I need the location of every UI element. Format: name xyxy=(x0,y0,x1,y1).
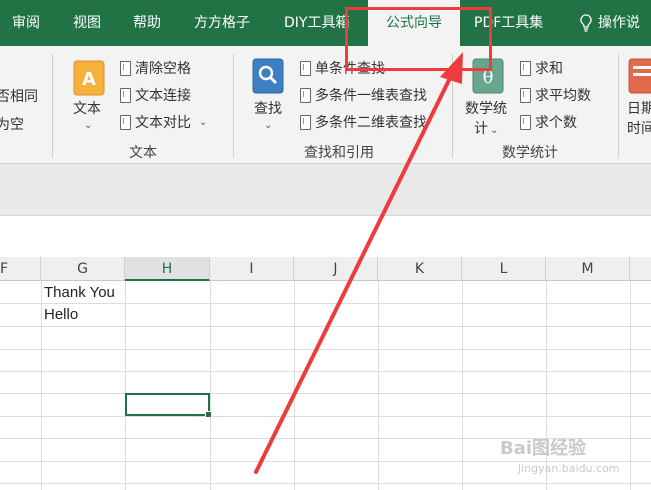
text-big-button[interactable]: 文本 xyxy=(73,98,101,118)
document-icon xyxy=(520,114,531,130)
document-icon xyxy=(120,87,131,103)
column-header-f[interactable]: F xyxy=(0,257,41,281)
date-partial-1[interactable]: 日期 xyxy=(627,98,651,118)
sum-label: 求和 xyxy=(535,61,563,77)
date-partial-2: 时间 xyxy=(627,121,651,137)
cell-g2[interactable]: Hello xyxy=(44,306,78,323)
lightbulb-icon xyxy=(580,14,592,32)
document-icon xyxy=(520,60,531,76)
ribbon-partial-item-2[interactable]: 为空 xyxy=(0,114,24,134)
column-header-i[interactable]: I xyxy=(210,257,294,281)
document-icon xyxy=(300,87,311,103)
sum-button[interactable]: 求和 xyxy=(520,58,563,78)
count-label: 求个数 xyxy=(535,115,577,131)
date-icon xyxy=(628,58,651,94)
text-compare-label: 文本对比 xyxy=(135,115,191,131)
column-header-m[interactable]: M xyxy=(546,257,630,281)
clear-spaces-button[interactable]: 清除空格 xyxy=(120,58,191,78)
ribbon-panel: 否相同 为空 A 文本 ⌄ 清除空格 文本连接 文本对比 ⌄ 文本 查找 ⌄ 单… xyxy=(0,46,651,164)
column-header-l[interactable]: L xyxy=(462,257,546,281)
find-big-button[interactable]: 查找 xyxy=(254,98,282,118)
find-icon xyxy=(252,58,284,94)
watermark-url: jingyan.baidu.com xyxy=(518,462,620,475)
math-stats-big-button[interactable]: 数学统 xyxy=(465,98,507,118)
sheet-spacer xyxy=(0,216,651,257)
math-stats-line2-label: 计 xyxy=(474,121,488,137)
clear-spaces-label: 清除空格 xyxy=(135,61,191,77)
multi-2d-lookup-button[interactable]: 多条件二维表查找 xyxy=(300,112,427,132)
active-cell-selection[interactable] xyxy=(125,393,212,418)
tab-review[interactable]: 审阅 xyxy=(12,0,40,46)
column-header-k[interactable]: K xyxy=(378,257,462,281)
text-join-button[interactable]: 文本连接 xyxy=(120,85,191,105)
watermark-logo: Bai图经验 xyxy=(500,438,587,459)
column-header-h[interactable]: H xyxy=(125,257,210,281)
document-icon xyxy=(120,60,131,76)
document-icon xyxy=(120,114,131,130)
column-header-g[interactable]: G xyxy=(41,257,125,281)
chevron-down-icon: ⌄ xyxy=(199,116,208,128)
group-separator xyxy=(618,54,619,158)
tab-fangfang[interactable]: 方方格子 xyxy=(194,0,250,46)
column-header-j[interactable]: J xyxy=(294,257,378,281)
tell-me-label: 操作说 xyxy=(598,15,640,31)
group-separator xyxy=(52,54,53,158)
stats-group-label: 数学统计 xyxy=(502,145,558,161)
tab-help[interactable]: 帮助 xyxy=(133,0,161,46)
column-header-row: F G H I J K L M xyxy=(0,257,651,281)
multi-1d-lookup-button[interactable]: 多条件一维表查找 xyxy=(300,85,427,105)
multi-1d-lookup-label: 多条件一维表查找 xyxy=(315,88,427,104)
document-icon xyxy=(520,87,531,103)
math-stats-big-button-line2: 计 ⌄ xyxy=(474,118,498,138)
tab-diy-toolbox[interactable]: DIY工具箱 xyxy=(284,0,349,46)
lookup-group-label: 查找和引用 xyxy=(304,145,374,161)
document-icon xyxy=(300,114,311,130)
text-join-label: 文本连接 xyxy=(135,88,191,104)
ribbon-tab-bar: 审阅 视图 帮助 方方格子 DIY工具箱 公式向导 PDF工具集 操作说 xyxy=(0,0,651,46)
text-group-label: 文本 xyxy=(129,145,157,161)
count-button[interactable]: 求个数 xyxy=(520,112,577,132)
tab-view[interactable]: 视图 xyxy=(73,0,101,46)
multi-2d-lookup-label: 多条件二维表查找 xyxy=(315,115,427,131)
cell-g1[interactable]: Thank You xyxy=(44,284,115,301)
document-icon xyxy=(300,60,311,76)
formula-bar-area xyxy=(0,164,651,216)
group-separator xyxy=(233,54,234,158)
ribbon-partial-item-1[interactable]: 否相同 xyxy=(0,86,38,106)
chevron-down-icon: ⌄ xyxy=(84,120,93,131)
annotation-highlight-box xyxy=(345,7,492,71)
chevron-down-icon: ⌄ xyxy=(264,120,273,131)
average-button[interactable]: 求平均数 xyxy=(520,85,591,105)
text-compare-button[interactable]: 文本对比 ⌄ xyxy=(120,112,207,132)
text-icon: A xyxy=(73,60,105,96)
chevron-down-icon: ⌄ xyxy=(490,125,499,136)
svg-text:A: A xyxy=(82,69,96,90)
average-label: 求平均数 xyxy=(535,88,591,104)
tell-me-search[interactable]: 操作说 xyxy=(580,0,640,46)
